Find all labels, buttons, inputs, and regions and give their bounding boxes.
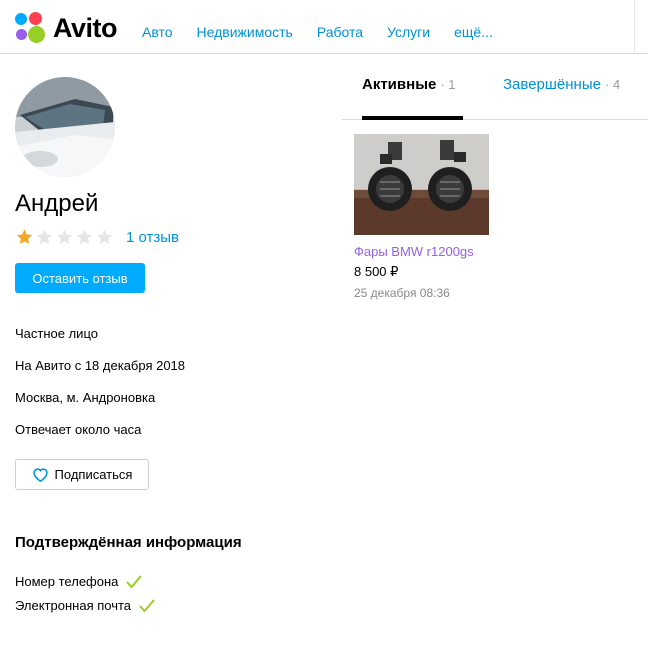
tab-active[interactable]: Активные · 1 — [362, 76, 456, 93]
member-since: На Авито с 18 декабря 2018 — [15, 358, 186, 373]
tab-completed[interactable]: Завершённые · 4 — [503, 76, 620, 93]
check-icon — [126, 574, 143, 589]
nav-auto[interactable]: Авто — [142, 24, 173, 40]
nav-services[interactable]: Услуги — [387, 24, 430, 40]
rating-stars — [15, 228, 115, 246]
header-right-edge — [634, 0, 648, 54]
star-filled-icon — [16, 229, 33, 245]
check-icon — [139, 598, 155, 613]
listing-title[interactable]: Фары BMW r1200gs — [354, 244, 474, 259]
nav-realty[interactable]: Недвижимость — [197, 24, 293, 40]
subscribe-button[interactable]: Подписаться — [15, 459, 149, 490]
listing-date: 25 декабря 08:36 — [354, 286, 450, 300]
star-empty-icon — [76, 229, 93, 245]
star-empty-icon — [96, 229, 113, 245]
seller-location: Москва, м. Андроновка — [15, 390, 156, 405]
reviews-link[interactable]: 1 отзыв — [126, 229, 179, 246]
star-empty-icon — [36, 229, 53, 245]
verified-email-label: Электронная почта — [15, 598, 132, 613]
verified-email: Электронная почта — [15, 598, 155, 613]
seller-type: Частное лицо — [15, 326, 98, 341]
logo-dots-icon — [15, 12, 47, 44]
listing-tabs: Активные · 1 Завершённые · 4 — [342, 76, 648, 120]
verified-phone: Номер телефона — [15, 574, 143, 589]
subscribe-label: Подписаться — [54, 467, 133, 482]
tab-completed-label: Завершённые — [503, 76, 601, 93]
listing-photo[interactable] — [354, 134, 489, 235]
response-time: Отвечает около часа — [15, 422, 142, 437]
avatar — [15, 77, 115, 177]
heart-icon — [32, 468, 48, 482]
profile-name: Андрей — [15, 190, 99, 217]
tab-active-underline — [362, 116, 463, 120]
site-header: Avito Авто Недвижимость Работа Услуги ещ… — [0, 0, 648, 54]
tab-active-label: Активные — [362, 76, 437, 93]
nav-jobs[interactable]: Работа — [317, 24, 363, 40]
logo-text: Avito — [53, 12, 118, 43]
nav-more[interactable]: ещё... — [454, 24, 493, 40]
verified-info-title: Подтверждённая информация — [15, 534, 242, 551]
avito-logo[interactable]: Avito — [15, 12, 118, 44]
main-nav: Авто Недвижимость Работа Услуги ещё... — [142, 24, 517, 40]
star-empty-icon — [56, 229, 73, 245]
listing-price: 8 500 ₽ — [354, 264, 399, 279]
tab-completed-count: · 4 — [604, 77, 621, 92]
leave-review-button[interactable]: Оставить отзыв — [15, 263, 145, 293]
rating: 1 отзыв — [15, 228, 179, 246]
verified-phone-label: Номер телефона — [15, 574, 119, 589]
tab-active-count: · 1 — [440, 77, 456, 92]
